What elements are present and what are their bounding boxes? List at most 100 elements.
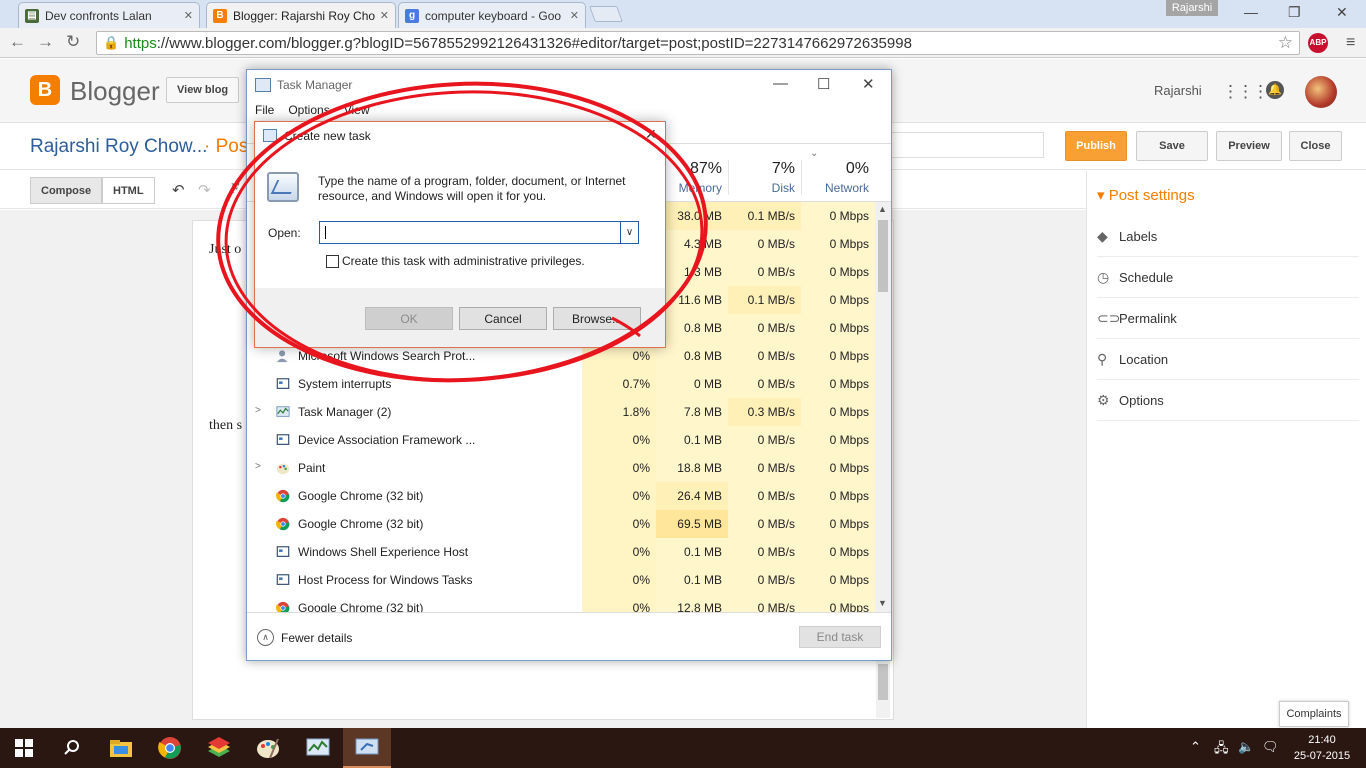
undo-icon[interactable]: ↶ — [172, 181, 185, 199]
sidebar-item-options[interactable]: ⚙ Options — [1097, 381, 1359, 421]
scroll-up-icon[interactable]: ▲ — [878, 204, 887, 214]
process-row[interactable]: Google Chrome (32 bit) 0% 69.5 MB 0 MB/s 0 M… — [247, 510, 875, 538]
process-row[interactable]: System interrupts 0.7% 0 MB 0 MB/s 0 Mbps — [247, 370, 875, 398]
menu-file[interactable]: File — [255, 103, 274, 117]
search-button[interactable] — [48, 728, 96, 768]
sidebar-item-location[interactable]: ⚲ Location — [1097, 340, 1359, 380]
dialog-titlebar[interactable]: Create new task ✕ — [255, 122, 665, 150]
blog-title[interactable]: Rajarshi Roy Chow... — [30, 136, 207, 158]
admin-privileges-checkbox[interactable]: Create this task with administrative pri… — [326, 254, 585, 268]
process-row[interactable]: Google Chrome (32 bit) 0% 12.8 MB 0 MB/s 0 M… — [247, 594, 875, 612]
tab-dev-confronts[interactable]: ▤ Dev confronts Lalan ✕ — [18, 2, 200, 28]
open-combobox[interactable]: ∨ — [319, 221, 639, 244]
adblock-icon[interactable]: ABP — [1308, 33, 1328, 53]
save-button[interactable]: Save — [1136, 131, 1208, 161]
open-input[interactable] — [320, 222, 620, 243]
volume-icon[interactable]: 🔈 — [1238, 739, 1254, 755]
close-icon[interactable]: ✕ — [570, 9, 579, 22]
view-blog-button[interactable]: View blog — [166, 77, 240, 103]
paint-icon[interactable] — [244, 728, 292, 768]
end-task-button[interactable]: End task — [799, 626, 881, 648]
checkbox-box[interactable] — [326, 254, 339, 268]
avatar[interactable] — [1305, 76, 1337, 108]
network-icon[interactable]: 🖧 — [1214, 739, 1229, 761]
process-row[interactable]: Windows Shell Experience Host 0% 0.1 MB 0 M… — [247, 538, 875, 566]
browse-button[interactable]: Browse... — [553, 307, 641, 330]
task-manager-titlebar[interactable]: Task Manager — ☐ ✕ — [247, 70, 891, 100]
menu-options[interactable]: Options — [288, 103, 329, 117]
post-settings-title[interactable]: ▾ Post settings — [1097, 186, 1195, 204]
redo-icon[interactable]: ↷ — [198, 181, 211, 199]
blogger-logo-icon[interactable]: B — [30, 75, 60, 105]
clock[interactable]: 21:40 25-07-2015 — [1290, 732, 1354, 764]
html-mode-button[interactable]: HTML — [102, 177, 155, 204]
column-network[interactable]: ⌄ 0% Network — [801, 148, 869, 195]
post-label: · Pos — [204, 136, 249, 157]
sidebar-item-labels[interactable]: ◆ Labels — [1097, 217, 1359, 257]
menu-icon[interactable]: ≡ — [1346, 34, 1355, 52]
minimize-icon[interactable]: — — [1244, 4, 1258, 20]
file-explorer-icon[interactable] — [97, 728, 145, 768]
reload-icon[interactable]: ↻ — [66, 32, 80, 52]
scroll-down-icon[interactable]: ▼ — [878, 598, 887, 608]
cancel-button[interactable]: Cancel — [459, 307, 547, 330]
notification-bell-icon[interactable]: 🔔 — [1266, 81, 1284, 99]
user-name[interactable]: Rajarshi — [1154, 83, 1202, 98]
compose-mode-button[interactable]: Compose — [30, 177, 103, 204]
close-icon[interactable]: ✕ — [645, 126, 657, 143]
process-scrollbar[interactable]: ▲ ▼ — [875, 202, 891, 612]
fewer-details-button[interactable]: ∧ Fewer details — [257, 629, 352, 646]
bluestacks-icon[interactable] — [195, 728, 243, 768]
ok-button[interactable]: OK — [365, 307, 453, 330]
close-window-icon[interactable]: ✕ — [1336, 4, 1348, 21]
scroll-thumb[interactable] — [878, 220, 888, 292]
blogger-brand[interactable]: Blogger — [70, 76, 160, 107]
process-row[interactable]: Device Association Framework ... 0% 0.1 MB… — [247, 426, 875, 454]
address-bar[interactable]: 🔒 https ://www.blogger.com/blogger.g?blo… — [96, 31, 1300, 55]
sidebar-item-permalink[interactable]: ⊂⊃ Permalink — [1097, 299, 1359, 339]
run-icon[interactable] — [343, 728, 391, 768]
close-icon[interactable]: ✕ — [380, 9, 389, 22]
tab-blogger[interactable]: B Blogger: Rajarshi Roy Cho ✕ — [206, 2, 396, 28]
column-disk[interactable]: 7% Disk — [728, 160, 795, 195]
back-arrow-icon[interactable]: ← — [9, 32, 26, 52]
start-button[interactable] — [0, 728, 48, 768]
process-name: System interrupts — [298, 377, 392, 391]
expand-arrow-icon[interactable]: > — [255, 461, 261, 472]
action-center-icon[interactable]: 🗨 — [1262, 739, 1279, 755]
memory-cell: 1.3 MB — [656, 258, 728, 286]
maximize-icon[interactable]: ☐ — [817, 75, 830, 93]
task-manager-icon[interactable] — [294, 728, 342, 768]
forward-arrow-icon[interactable]: → — [37, 32, 54, 52]
restore-icon[interactable]: ❐ — [1288, 4, 1301, 21]
process-row[interactable]: Host Process for Windows Tasks 0% 0.1 MB 0 … — [247, 566, 875, 594]
sidebar-item-schedule[interactable]: ◷ Schedule — [1097, 258, 1359, 298]
scroll-thumb[interactable] — [878, 664, 888, 700]
process-row[interactable]: Google Chrome (32 bit) 0% 26.4 MB 0 MB/s 0 M… — [247, 482, 875, 510]
chevron-down-icon[interactable]: ∨ — [620, 222, 638, 243]
post-title-input[interactable] — [880, 132, 1044, 158]
publish-button[interactable]: Publish — [1065, 131, 1127, 161]
preview-button[interactable]: Preview — [1216, 131, 1282, 161]
close-button[interactable]: Close — [1289, 131, 1342, 161]
tab-google-search[interactable]: g computer keyboard - Goo ✕ — [398, 2, 586, 28]
process-row[interactable]: > Task Manager (2) 1.8% 7.8 MB 0.3 MB/s 0 Mbp… — [247, 398, 875, 426]
process-name: Paint — [298, 461, 326, 475]
expand-arrow-icon[interactable]: > — [255, 405, 261, 416]
close-icon[interactable]: ✕ — [184, 9, 193, 22]
tag-icon: ◆ — [1097, 228, 1108, 244]
minimize-icon[interactable]: — — [773, 75, 788, 92]
complaints-button[interactable]: Complaints — [1279, 701, 1349, 727]
font-icon[interactable]: F — [230, 181, 239, 198]
menu-view[interactable]: View — [344, 103, 370, 117]
apps-grid-icon[interactable]: ⋮⋮⋮ — [1222, 82, 1269, 102]
close-icon[interactable]: ✕ — [862, 75, 875, 93]
chevron-up-icon[interactable]: ⌃ — [1190, 739, 1201, 755]
process-row[interactable]: > Paint 0% 18.8 MB 0 MB/s 0 Mbps — [247, 454, 875, 482]
chrome-icon — [276, 489, 290, 503]
chrome-icon[interactable] — [146, 728, 194, 768]
profile-badge[interactable]: Rajarshi — [1166, 0, 1218, 16]
disk-cell: 0 MB/s — [728, 342, 801, 370]
star-icon[interactable]: ☆ — [1278, 33, 1293, 53]
new-tab-button[interactable] — [589, 6, 623, 22]
